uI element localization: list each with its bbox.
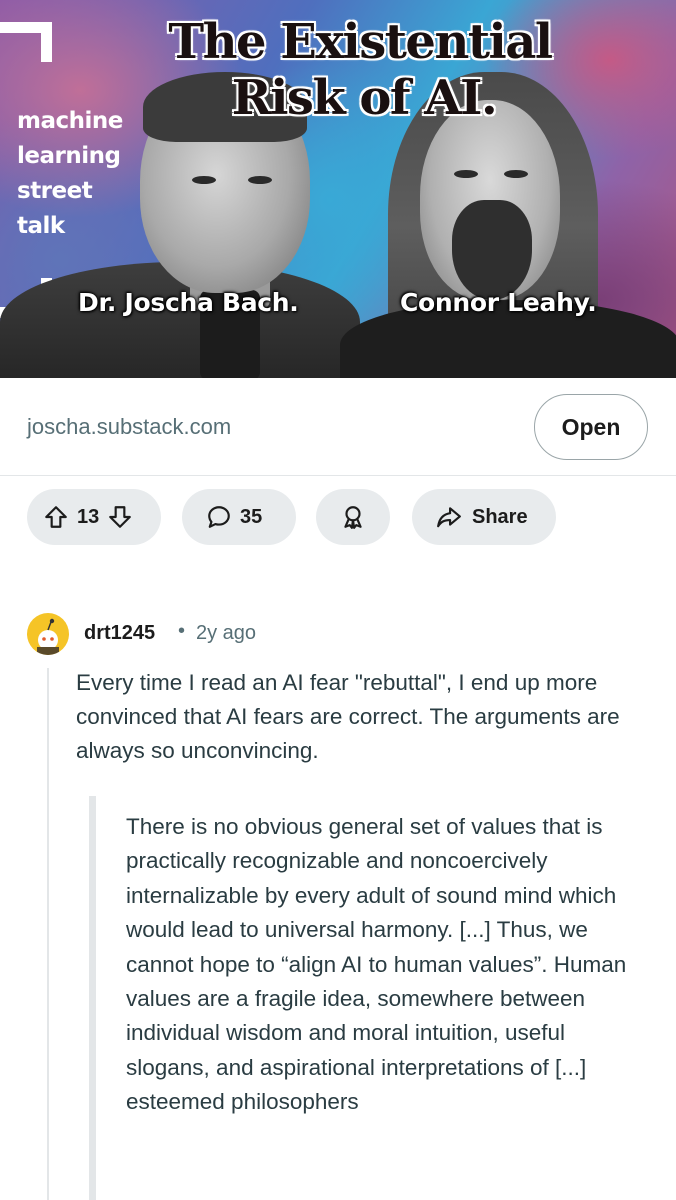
post-thumbnail-image[interactable]: machine learning street talk The Existen…	[0, 0, 676, 378]
blockquote-bar	[89, 796, 96, 1200]
comment-author[interactable]: drt1245	[84, 622, 155, 645]
award-ribbon-icon	[340, 504, 366, 530]
video-title: The Existential Risk of AI.	[150, 14, 570, 126]
bracket-decoration-top	[0, 22, 52, 62]
award-button[interactable]	[316, 489, 390, 545]
arrow-up-icon[interactable]	[43, 504, 69, 530]
thread-line[interactable]	[47, 668, 49, 1200]
share-label: Share	[472, 505, 528, 528]
guest-right-name: Connor Leahy.	[400, 288, 597, 317]
comment-body: Every time I read an AI fear "rebuttal",…	[76, 670, 620, 763]
vote-count: 13	[77, 505, 100, 528]
share-button[interactable]: Share	[412, 489, 556, 545]
speech-bubble-icon	[206, 504, 232, 530]
channel-name-line: machine	[17, 108, 123, 134]
avatar[interactable]	[27, 613, 69, 655]
comment-count: 35	[240, 505, 263, 528]
guest-right-beard	[452, 200, 532, 300]
meta-separator: •	[178, 620, 186, 642]
snoo-avatar-icon	[37, 618, 59, 655]
channel-name: machine learning street talk	[17, 104, 123, 244]
open-link-button[interactable]: Open	[534, 394, 648, 460]
comment-blockquote: There is no obvious general set of value…	[126, 814, 627, 1115]
guest-left-name: Dr. Joscha Bach.	[78, 288, 299, 317]
channel-name-line: street	[17, 178, 93, 204]
link-preview-bar: joscha.substack.com Open	[0, 378, 676, 476]
video-title-line: The Existential	[168, 14, 553, 70]
share-arrow-icon	[436, 504, 462, 530]
link-domain[interactable]: joscha.substack.com	[27, 414, 231, 440]
vote-control: 13	[27, 489, 161, 545]
comment-timestamp: 2y ago	[196, 622, 257, 644]
comments-button[interactable]: 35	[182, 489, 296, 545]
video-title-line: Risk of AI.	[231, 70, 498, 126]
arrow-down-icon[interactable]	[107, 504, 133, 530]
channel-name-line: talk	[17, 213, 65, 239]
channel-name-line: learning	[17, 143, 121, 169]
